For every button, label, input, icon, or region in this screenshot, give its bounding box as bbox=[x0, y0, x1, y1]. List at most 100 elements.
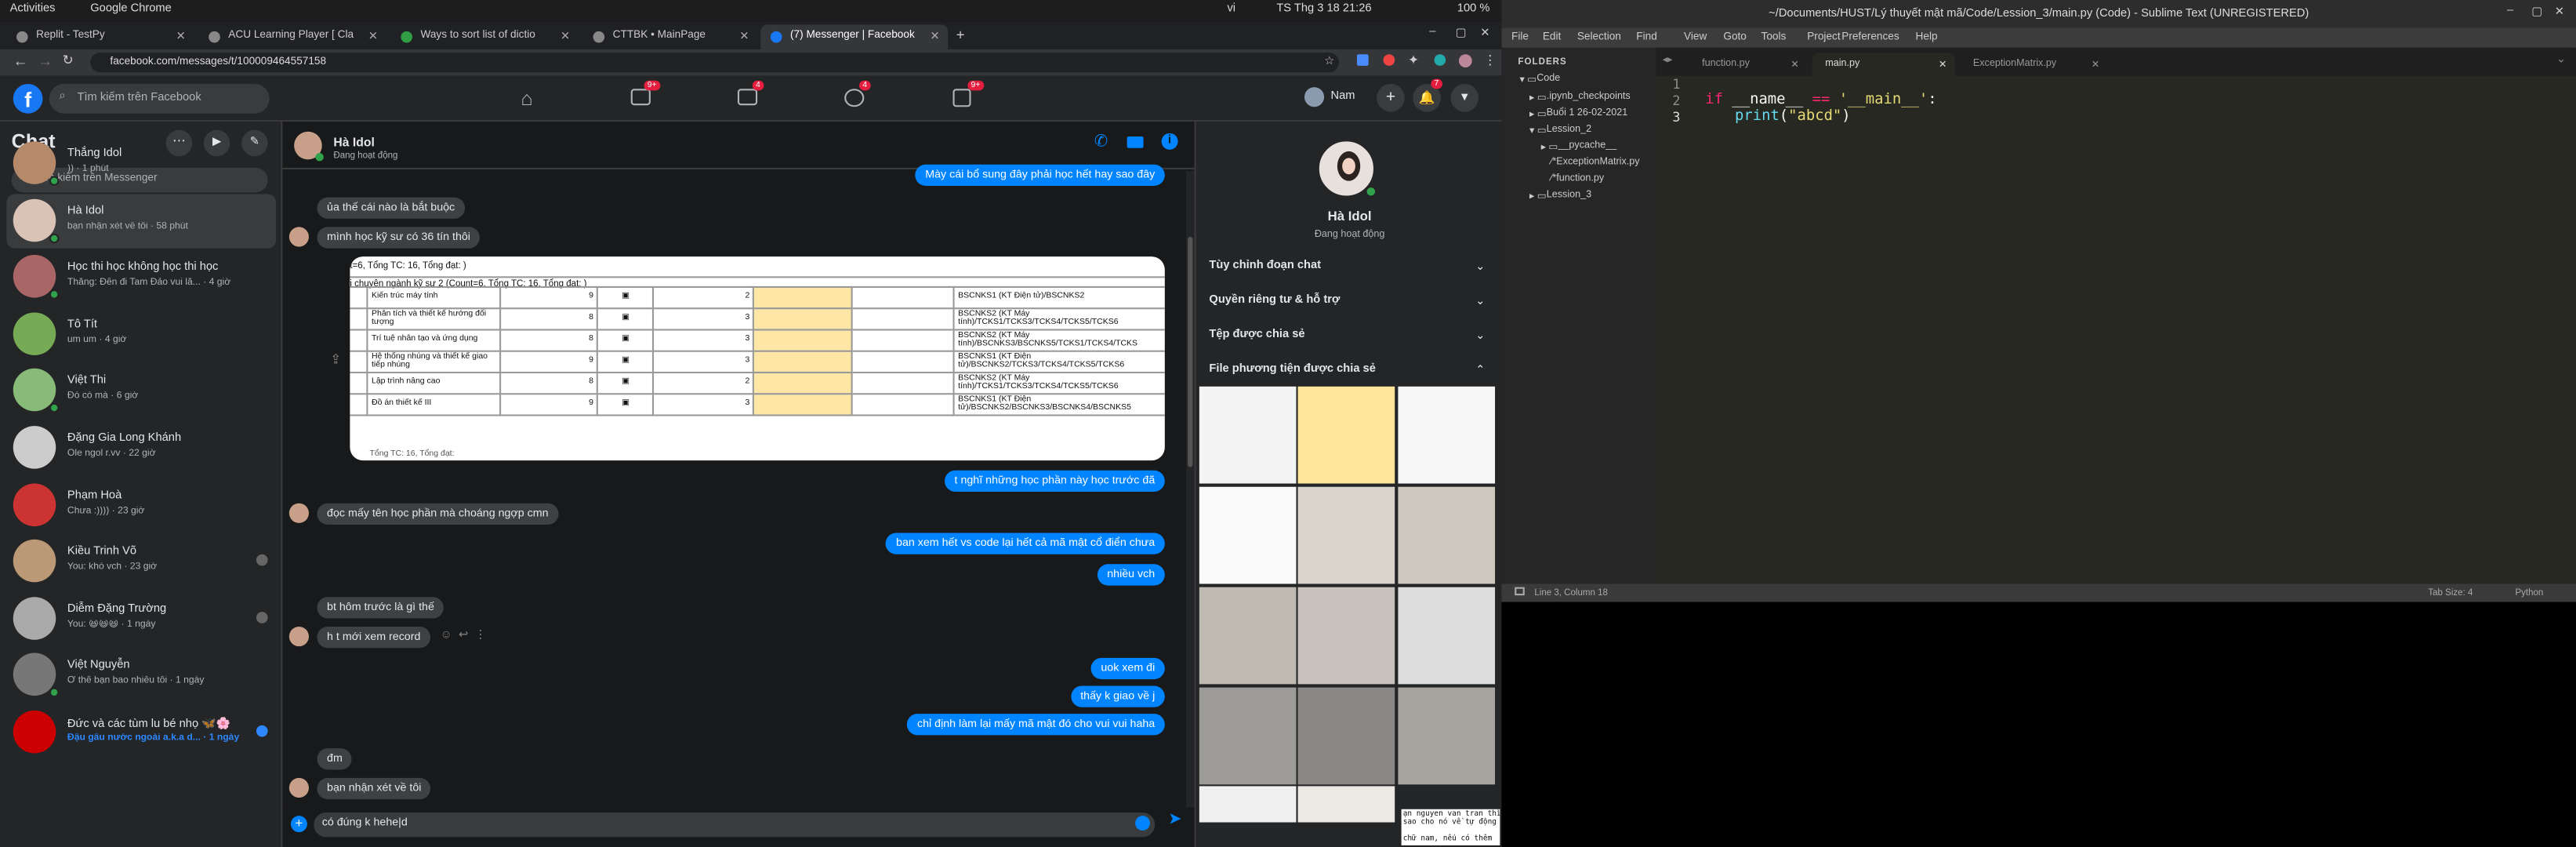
new-tab-icon[interactable]: + bbox=[956, 27, 965, 43]
maximize-icon[interactable]: ▢ bbox=[1456, 27, 1467, 40]
close-icon[interactable]: ✕ bbox=[368, 30, 378, 43]
media-thumbnail[interactable] bbox=[1398, 386, 1496, 484]
menu-selection[interactable]: Selection bbox=[1577, 31, 1621, 43]
watch-icon[interactable] bbox=[630, 89, 651, 106]
marketplace-icon[interactable] bbox=[737, 89, 758, 106]
scrollbar-thumb[interactable] bbox=[1188, 236, 1193, 467]
conversation-item[interactable]: Diễm Đặng Trường You: 😆😆😆 · 1 ngày bbox=[6, 592, 276, 646]
media-thumbnail[interactable] bbox=[1398, 486, 1496, 584]
more-actions-icon[interactable]: + bbox=[290, 816, 307, 833]
media-thumbnail[interactable] bbox=[1297, 486, 1395, 584]
conversation-item[interactable]: Tô Tít um um · 4 giờ bbox=[6, 307, 276, 362]
extension-icon[interactable] bbox=[1383, 54, 1395, 66]
input-language[interactable]: vi bbox=[1227, 3, 1235, 15]
conversation-item[interactable]: Đức và các tùm lu bé nhọ 🦋🌸 Đậu gấu nước … bbox=[6, 706, 276, 760]
menu-tools[interactable]: Tools bbox=[1761, 31, 1787, 43]
close-icon[interactable]: ✕ bbox=[2092, 59, 2100, 71]
menu-file[interactable]: File bbox=[1511, 31, 1529, 43]
close-icon[interactable]: ✕ bbox=[176, 30, 185, 43]
puzzle-icon[interactable]: ✦ bbox=[1408, 53, 1419, 67]
tree-item-ipynb[interactable]: ▸ ▭ .ipynb_checkpoints bbox=[1529, 92, 1631, 104]
create-button[interactable]: + bbox=[1377, 83, 1405, 112]
scrollbar[interactable] bbox=[1186, 171, 1195, 845]
media-thumbnail[interactable] bbox=[1398, 587, 1496, 685]
menu-project[interactable]: Project bbox=[1807, 31, 1840, 43]
menu-goto[interactable]: Goto bbox=[1723, 31, 1747, 43]
extension-icon[interactable] bbox=[1434, 54, 1446, 66]
bookmark-star-icon[interactable]: ☆ bbox=[1324, 54, 1334, 67]
chevron-up-icon[interactable]: ⌃ bbox=[1475, 363, 1485, 377]
minimize-icon[interactable]: – bbox=[1429, 27, 1435, 38]
contact-name[interactable]: Hà Idol bbox=[333, 135, 374, 150]
message-input[interactable]: có đúng k hehe|d bbox=[314, 812, 1156, 838]
menu-preferences[interactable]: Preferences bbox=[1841, 31, 1899, 43]
media-thumbnail[interactable] bbox=[1199, 687, 1297, 785]
section-shared-media[interactable]: File phương tiện được chia sẻ bbox=[1209, 363, 1375, 375]
clock[interactable]: TS Thg 3 18 21:26 bbox=[1276, 3, 1371, 15]
media-thumbnail[interactable] bbox=[1199, 587, 1297, 685]
profile-name[interactable]: Nam bbox=[1330, 90, 1355, 102]
back-icon[interactable]: ← bbox=[13, 53, 28, 69]
media-thumbnail[interactable] bbox=[1297, 386, 1395, 484]
tab-exceptionmatrix-py[interactable]: ExceptionMatrix.py ✕ bbox=[1960, 53, 2108, 75]
home-icon[interactable]: ⌂ bbox=[521, 87, 532, 110]
video-call-icon[interactable] bbox=[1127, 136, 1144, 148]
media-thumbnail[interactable] bbox=[1199, 386, 1297, 484]
chevron-down-icon[interactable]: ⌄ bbox=[1475, 294, 1485, 307]
tree-item-exceptionmatrix[interactable]: ⁄* ExceptionMatrix.py bbox=[1551, 158, 1639, 168]
code-editor[interactable]: 1 2 3 if __name__ == '__main__': print("… bbox=[1656, 75, 2576, 584]
media-thumbnail[interactable] bbox=[1199, 786, 1297, 823]
share-icon[interactable]: ⇪ bbox=[330, 352, 341, 367]
facebook-search-input[interactable]: ⌕ Tìm kiếm trên Facebook bbox=[49, 83, 270, 114]
chevron-down-icon[interactable]: ⌄ bbox=[1475, 329, 1485, 343]
tree-item-lession3[interactable]: ▸ ▭ Lession_3 bbox=[1529, 191, 1591, 202]
media-thumb-text[interactable]: ạn nguyen van tran thì sao cho nó về tự … bbox=[1401, 809, 1500, 845]
tree-item-code[interactable]: ▾ ▭ Code bbox=[1519, 74, 1560, 85]
media-thumbnail[interactable] bbox=[1199, 486, 1297, 584]
close-icon[interactable]: ✕ bbox=[1791, 59, 1799, 71]
conversation-item[interactable]: Phạm Hoà Chưa :)))) · 23 giờ bbox=[6, 478, 276, 532]
shared-table-image[interactable]: t=6, Tổng TC: 16, Tổng đạt: ) i chuyên n… bbox=[350, 256, 1165, 461]
close-window-icon[interactable]: ✕ bbox=[1480, 27, 1489, 40]
tab-main-py[interactable]: main.py ✕ bbox=[1812, 53, 1955, 76]
groups-icon[interactable] bbox=[844, 89, 865, 107]
menu-find[interactable]: Find bbox=[1636, 31, 1657, 43]
close-icon[interactable]: ✕ bbox=[2555, 5, 2564, 18]
section-privacy-support[interactable]: Quyền riêng tư & hỗ trợ bbox=[1209, 294, 1340, 306]
info-icon[interactable]: i bbox=[1161, 133, 1178, 150]
tab-function-py[interactable]: function.py ✕ bbox=[1689, 53, 1807, 75]
close-icon[interactable]: ✕ bbox=[561, 30, 570, 43]
tree-item-function[interactable]: ⁄* function.py bbox=[1551, 174, 1604, 184]
forward-icon[interactable]: → bbox=[38, 53, 53, 69]
tree-item-buoi1[interactable]: ▸ ▭ Buổi 1 26-02-2021 bbox=[1529, 108, 1627, 120]
tab-acu[interactable]: ACU Learning Player [ Cla ✕ bbox=[199, 24, 386, 49]
account-menu-chevron-icon[interactable]: ▼ bbox=[1450, 83, 1479, 112]
tab-cttbk[interactable]: CTTBK • MainPage ✕ bbox=[583, 24, 757, 49]
address-bar[interactable]: facebook.com/messages/t/100009464557158 bbox=[90, 53, 1339, 73]
conversation-item[interactable]: Thắng Idol)) · 1 phút bbox=[6, 136, 276, 191]
section-shared-files[interactable]: Tệp được chia sẻ bbox=[1209, 329, 1304, 340]
section-customize-chat[interactable]: Tùy chỉnh đoạn chat bbox=[1209, 260, 1321, 271]
media-thumbnail[interactable] bbox=[1297, 687, 1395, 785]
syntax-mode[interactable]: Python bbox=[2515, 589, 2543, 599]
minimize-icon[interactable]: – bbox=[2507, 5, 2513, 16]
send-icon[interactable]: ➤ bbox=[1168, 811, 1182, 829]
close-icon[interactable]: ✕ bbox=[739, 30, 749, 43]
chevron-down-icon[interactable]: ⌄ bbox=[1475, 260, 1485, 273]
avatar[interactable] bbox=[1304, 87, 1325, 107]
tab-size[interactable]: Tab Size: 4 bbox=[2428, 589, 2473, 599]
phone-icon[interactable]: ✆ bbox=[1094, 133, 1108, 151]
conversation-item[interactable]: Hà Idol bạn nhận xét về tôi · 58 phút bbox=[6, 193, 277, 248]
conversation-item[interactable]: Đặng Gia Long Khánh Ole ngol r.vv · 22 gi… bbox=[6, 421, 276, 475]
conversation-item[interactable]: Việt Nguyễn Ơ thế bạn bao nhiêu tôi · 1 n… bbox=[6, 649, 276, 703]
terminal-area[interactable] bbox=[1501, 602, 2576, 847]
tab-messenger[interactable]: (7) Messenger | Facebook ✕ bbox=[760, 24, 949, 49]
extension-icon[interactable] bbox=[1357, 54, 1369, 66]
active-app-menu[interactable]: Google Chrome bbox=[90, 3, 172, 15]
menu-kebab-icon[interactable]: ⋮ bbox=[1483, 53, 1497, 67]
emoji-icon[interactable] bbox=[1135, 816, 1150, 831]
tab-sort-list[interactable]: Ways to sort list of dictio ✕ bbox=[391, 24, 579, 49]
media-thumbnail[interactable] bbox=[1297, 587, 1395, 685]
activities-button[interactable]: Activities bbox=[10, 3, 56, 15]
facebook-logo-icon[interactable]: f bbox=[13, 83, 43, 114]
